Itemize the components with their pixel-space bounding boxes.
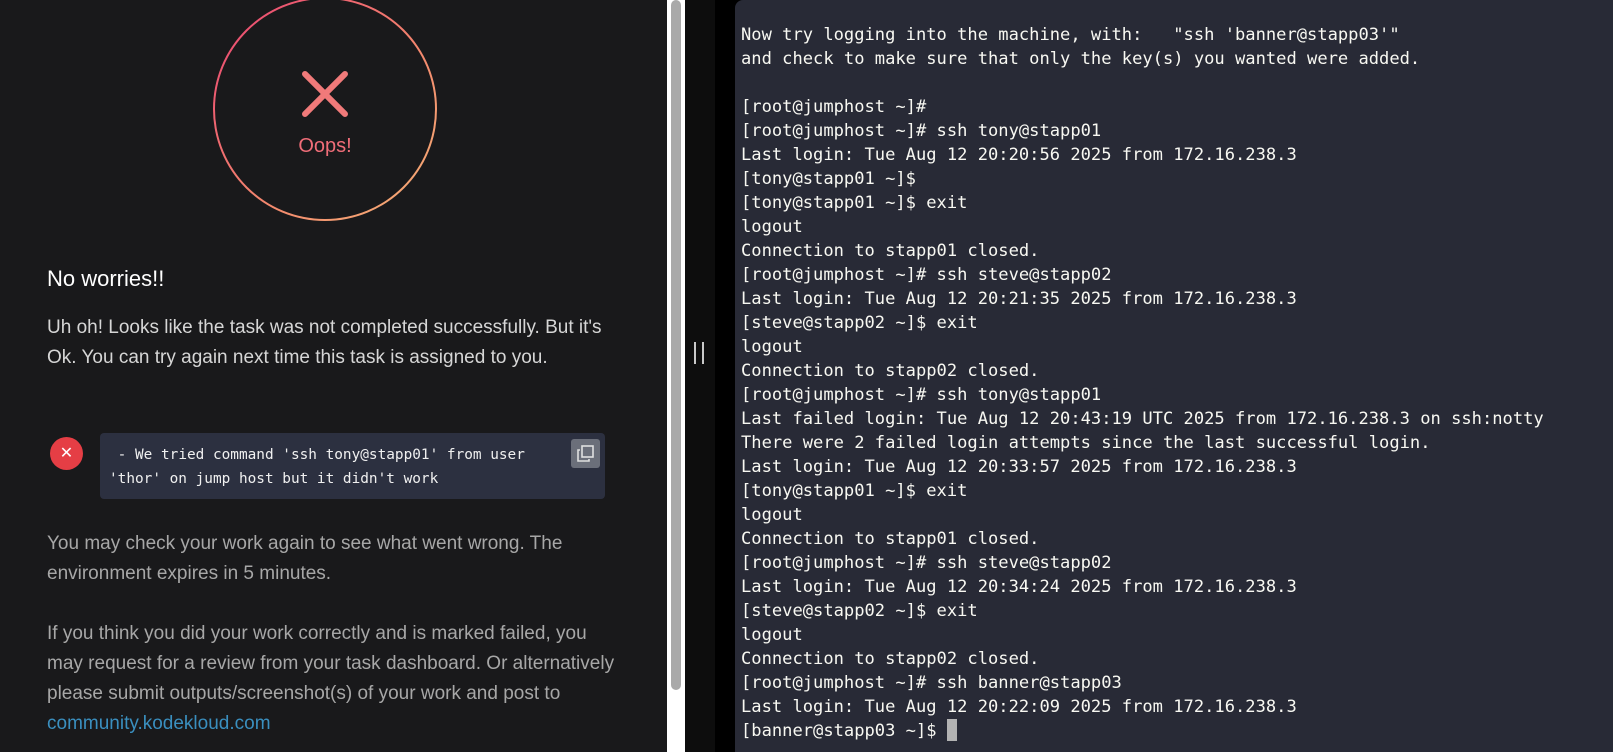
error-message: - We tried command 'ssh tony@stapp01' fr… xyxy=(109,447,534,487)
terminal-line: [root@jumphost ~]# xyxy=(741,97,927,117)
terminal-line: Connection to stapp01 closed. xyxy=(741,529,1040,549)
terminal-line: [tony@stapp01 ~]$ exit xyxy=(741,481,968,501)
terminal-line: [root@jumphost ~]# ssh steve@stapp02 xyxy=(741,553,1112,573)
terminal-line: Connection to stapp02 closed. xyxy=(741,361,1040,381)
terminal-line: Last login: Tue Aug 12 20:34:24 2025 fro… xyxy=(741,577,1297,597)
copy-button[interactable] xyxy=(571,439,600,468)
terminal-line: Last failed login: Tue Aug 12 20:43:19 U… xyxy=(741,409,1544,429)
panel-divider[interactable] xyxy=(685,0,715,752)
terminal-line: [root@jumphost ~]# ssh steve@stapp02 xyxy=(741,265,1112,285)
terminal-line: [root@jumphost ~]# ssh tony@stapp01 xyxy=(741,385,1102,405)
result-headline: No worries!! xyxy=(47,266,165,291)
terminal-prompt-line[interactable]: [banner@stapp03 ~]$ xyxy=(741,719,1544,743)
terminal-output: Now try logging into the machine, with: … xyxy=(741,23,1544,743)
terminal-line: [tony@stapp01 ~]$ xyxy=(741,169,916,189)
terminal-line: logout xyxy=(741,625,803,645)
drag-handle-icon[interactable] xyxy=(694,342,704,364)
terminal-line: logout xyxy=(741,217,803,237)
terminal-prompt: [banner@stapp03 ~]$ xyxy=(741,721,947,741)
terminal-line: [tony@stapp01 ~]$ exit xyxy=(741,193,968,213)
terminal-line: Last login: Tue Aug 12 20:22:09 2025 fro… xyxy=(741,697,1297,717)
terminal-line: and check to make sure that only the key… xyxy=(741,49,1421,69)
terminal-line: Last login: Tue Aug 12 20:33:57 2025 fro… xyxy=(741,457,1297,477)
terminal-line: logout xyxy=(741,337,803,357)
community-link[interactable]: community.kodekloud.com xyxy=(47,713,271,734)
terminal-cursor xyxy=(946,719,957,741)
terminal-line: [root@jumphost ~]# ssh tony@stapp01 xyxy=(741,121,1102,141)
terminal-line: Last login: Tue Aug 12 20:20:56 2025 fro… xyxy=(741,145,1297,165)
terminal-line: [steve@stapp02 ~]$ exit xyxy=(741,601,978,621)
error-x-icon: ✕ xyxy=(50,437,83,470)
error-message-box: - We tried command 'ssh tony@stapp01' fr… xyxy=(100,433,605,499)
terminal-line: Connection to stapp01 closed. xyxy=(741,241,1040,261)
terminal-line: Connection to stapp02 closed. xyxy=(741,649,1040,669)
terminal-line: logout xyxy=(741,505,803,525)
task-result-panel: Oops! No worries!! Uh oh! Looks like the… xyxy=(0,0,667,752)
review-text-body: If you think you did your work correctly… xyxy=(47,623,615,704)
terminal[interactable]: Now try logging into the machine, with: … xyxy=(735,0,1613,752)
scrollbar-thumb[interactable] xyxy=(671,0,681,690)
terminal-line: Now try logging into the machine, with: … xyxy=(741,25,1400,45)
terminal-line: Last login: Tue Aug 12 20:21:35 2025 fro… xyxy=(741,289,1297,309)
left-panel-scrollbar[interactable] xyxy=(667,0,685,752)
terminal-line: [root@jumphost ~]# ssh banner@stapp03 xyxy=(741,673,1122,693)
terminal-line: [steve@stapp02 ~]$ exit xyxy=(741,313,978,333)
status-text: Oops! xyxy=(298,135,352,157)
terminal-line: There were 2 failed login attempts since… xyxy=(741,433,1431,453)
copy-icon xyxy=(577,445,594,462)
result-body: Uh oh! Looks like the task was not compl… xyxy=(47,317,602,368)
x-mark-icon xyxy=(302,71,348,117)
review-text: If you think you did your work correctly… xyxy=(47,619,627,739)
check-again-text: You may check your work again to see wha… xyxy=(47,533,563,584)
